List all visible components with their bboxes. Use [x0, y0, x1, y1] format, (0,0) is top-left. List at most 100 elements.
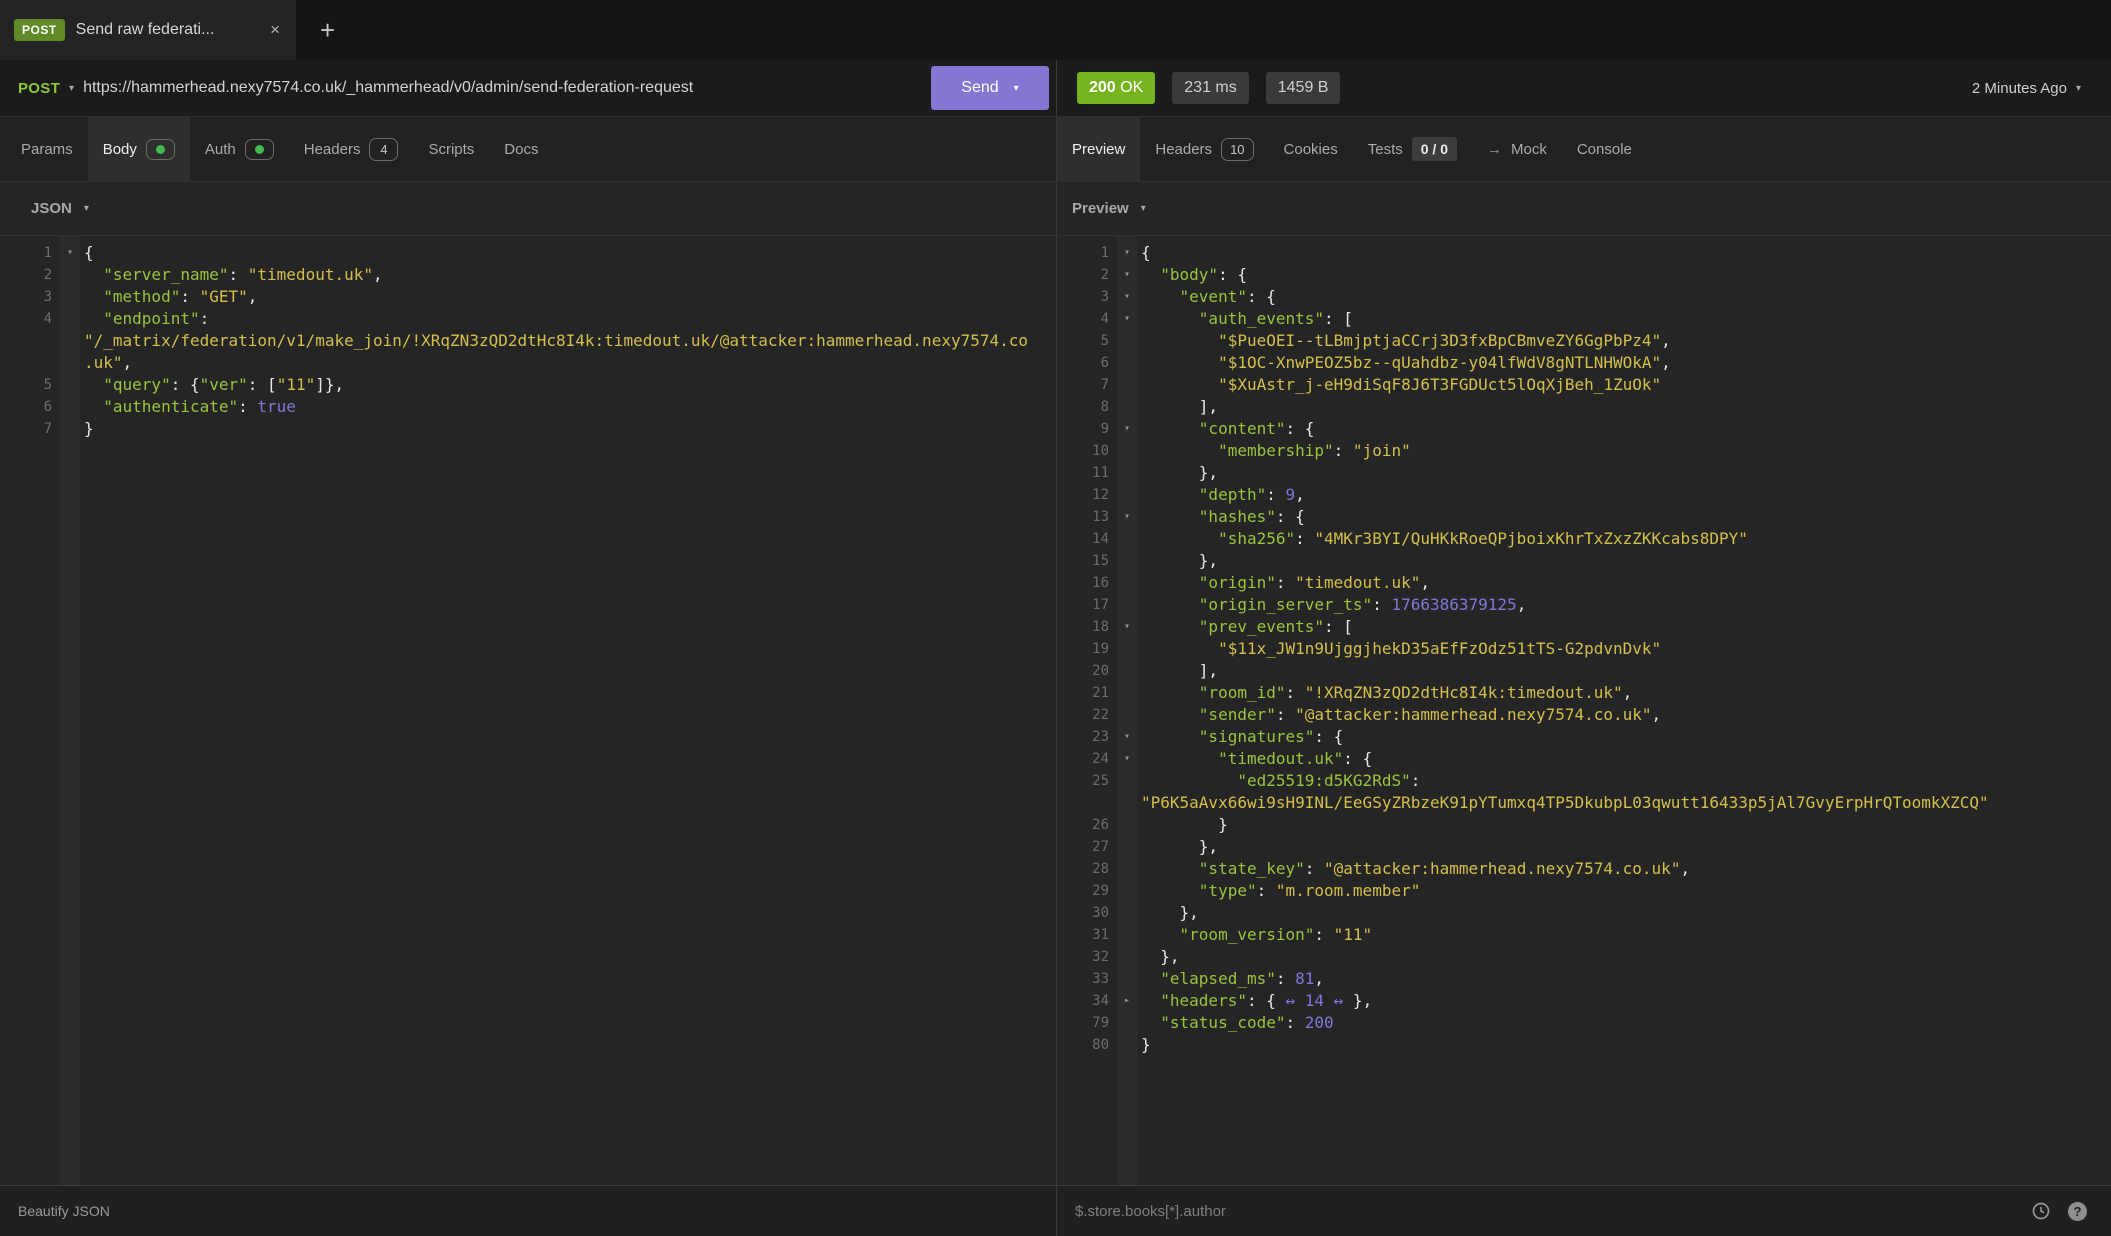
code-text: "membership": "join": [1137, 440, 2111, 462]
code-line: 11 },: [1057, 462, 2111, 484]
fold-toggle-icon: [1117, 704, 1137, 726]
line-number: 17: [1057, 594, 1117, 616]
code-text: "P6K5aAvx66wi9sH9INL/EeGSyZRbzeK91pYTumx…: [1137, 792, 2111, 814]
api-client-window: POST Send raw federati... × + POST ▾ htt…: [0, 0, 2111, 1236]
code-text: {: [1137, 242, 2111, 264]
code-line: 2▾ "body": {: [1057, 264, 2111, 286]
code-line: 4▾ "auth_events": [: [1057, 308, 2111, 330]
code-line: 33 "elapsed_ms": 81,: [1057, 968, 2111, 990]
fold-toggle-icon: [60, 308, 80, 330]
fold-toggle-icon[interactable]: ▾: [1117, 726, 1137, 748]
beautify-json-button[interactable]: Beautify JSON: [18, 1203, 110, 1219]
request-tabs: ParamsBodyAuthHeaders4Scripts Docs: [0, 117, 1057, 181]
response-mode-select[interactable]: Preview ▾: [1057, 182, 2111, 236]
send-button[interactable]: Send ▾: [931, 66, 1049, 110]
tab-cookies[interactable]: Cookies: [1269, 117, 1353, 181]
code-text: "/_matrix/federation/v1/make_join/!XRqZN…: [80, 330, 1056, 352]
code-line: 2 "server_name": "timedout.uk",: [0, 264, 1056, 286]
tab-auth[interactable]: Auth: [190, 117, 289, 181]
fold-toggle-icon[interactable]: ▾: [1117, 308, 1137, 330]
body-mode-select[interactable]: JSON ▾: [0, 182, 1057, 236]
code-line: 10 "membership": "join": [1057, 440, 2111, 462]
code-line: 12 "depth": 9,: [1057, 484, 2111, 506]
tab-body[interactable]: Body: [88, 117, 190, 181]
code-text: "body": {: [1137, 264, 2111, 286]
close-tab-icon[interactable]: ×: [268, 20, 282, 40]
footer-right: ?: [1057, 1186, 2111, 1236]
tab-console[interactable]: Console: [1562, 117, 1647, 181]
fold-toggle-icon[interactable]: ▾: [60, 242, 80, 264]
status-badge: 200 OK: [1077, 72, 1155, 104]
code-line: 26 }: [1057, 814, 2111, 836]
response-filter-input[interactable]: [1073, 1202, 2014, 1221]
line-number: 10: [1057, 440, 1117, 462]
code-text: "endpoint":: [80, 308, 1056, 330]
url-section: POST ▾ https://hammerhead.nexy7574.co.uk…: [0, 60, 1057, 116]
method-label[interactable]: POST: [18, 80, 60, 97]
code-text: "sha256": "4MKr3BYI/QuHKkRoeQPjboixKhrTx…: [1137, 528, 2111, 550]
tab-label: Mock: [1511, 141, 1547, 158]
fold-toggle-icon: [1117, 858, 1137, 880]
footer-left: Beautify JSON: [0, 1186, 1057, 1236]
line-number: 5: [0, 374, 60, 396]
line-number: 3: [0, 286, 60, 308]
tab-scripts[interactable]: Scripts: [413, 117, 489, 181]
tab-label: Preview: [1072, 141, 1125, 158]
enabled-dot-badge: [146, 139, 175, 160]
line-number: 23: [1057, 726, 1117, 748]
fold-toggle-icon[interactable]: ▾: [1117, 506, 1137, 528]
response-age-dropdown[interactable]: 2 Minutes Ago ▾: [1972, 80, 2081, 97]
fold-toggle-icon[interactable]: ▸: [1117, 990, 1137, 1012]
code-text: "query": {"ver": ["11"]},: [80, 374, 1056, 396]
line-number: 19: [1057, 638, 1117, 660]
code-text: "status_code": 200: [1137, 1012, 2111, 1034]
code-line: 29 "type": "m.room.member": [1057, 880, 2111, 902]
fold-toggle-icon[interactable]: ▾: [1117, 748, 1137, 770]
history-clock-icon[interactable]: [2030, 1200, 2052, 1222]
method-dropdown-caret-icon[interactable]: ▾: [69, 83, 74, 94]
fold-toggle-icon[interactable]: ▾: [1117, 264, 1137, 286]
request-tab[interactable]: POST Send raw federati... ×: [0, 0, 296, 60]
code-text: "origin_server_ts": 1766386379125,: [1137, 594, 2111, 616]
code-text: "room_version": "11": [1137, 924, 2111, 946]
code-text: },: [1137, 462, 2111, 484]
mode-row: JSON ▾ Preview ▾: [0, 182, 2111, 236]
fold-toggle-icon[interactable]: ▾: [1117, 286, 1137, 308]
tab-preview[interactable]: Preview: [1057, 117, 1140, 181]
tab-headers[interactable]: Headers4: [289, 117, 414, 181]
code-text: },: [1137, 902, 2111, 924]
line-number: 6: [0, 396, 60, 418]
response-preview-editor[interactable]: 1▾{2▾ "body": {3▾ "event": {4▾ "auth_eve…: [1057, 236, 2111, 1185]
response-mode-caret-icon: ▾: [1141, 203, 1146, 214]
line-number: 31: [1057, 924, 1117, 946]
url-input[interactable]: https://hammerhead.nexy7574.co.uk/_hamme…: [83, 79, 922, 97]
tab-label: Docs: [504, 141, 538, 158]
code-line: 34▸ "headers": { ↔ 14 ↔ },: [1057, 990, 2111, 1012]
line-number: 16: [1057, 572, 1117, 594]
line-number: 29: [1057, 880, 1117, 902]
line-number: 20: [1057, 660, 1117, 682]
tab-headers[interactable]: Headers10: [1140, 117, 1268, 181]
tab-tests[interactable]: Tests0 / 0: [1353, 117, 1472, 181]
send-options-caret-icon[interactable]: ▾: [1014, 83, 1019, 94]
tab-bar: POST Send raw federati... × +: [0, 0, 2111, 60]
fold-toggle-icon[interactable]: ▾: [1117, 418, 1137, 440]
response-age-label: 2 Minutes Ago: [1972, 80, 2067, 97]
help-icon[interactable]: ?: [2068, 1202, 2087, 1221]
line-number: 33: [1057, 968, 1117, 990]
fold-toggle-icon[interactable]: ▾: [1117, 242, 1137, 264]
new-tab-button[interactable]: +: [296, 0, 359, 60]
fold-toggle-icon: [1117, 968, 1137, 990]
request-body-editor[interactable]: 1▾{2 "server_name": "timedout.uk",3 "met…: [0, 236, 1057, 1185]
code-line: 4 "endpoint":: [0, 308, 1056, 330]
tab-mock[interactable]: → Mock: [1472, 117, 1562, 181]
code-line: 8 ],: [1057, 396, 2111, 418]
line-number: 2: [0, 264, 60, 286]
response-meta-section: 200 OK 231 ms 1459 B 2 Minutes Ago ▾: [1057, 60, 2111, 116]
tab-params[interactable]: Params: [6, 117, 88, 181]
fold-toggle-icon[interactable]: ▾: [1117, 616, 1137, 638]
response-mode-label: Preview: [1072, 200, 1129, 217]
tab-docs[interactable]: Docs: [489, 117, 553, 181]
code-line: 30 },: [1057, 902, 2111, 924]
arrow-right-icon: →: [1487, 141, 1502, 158]
